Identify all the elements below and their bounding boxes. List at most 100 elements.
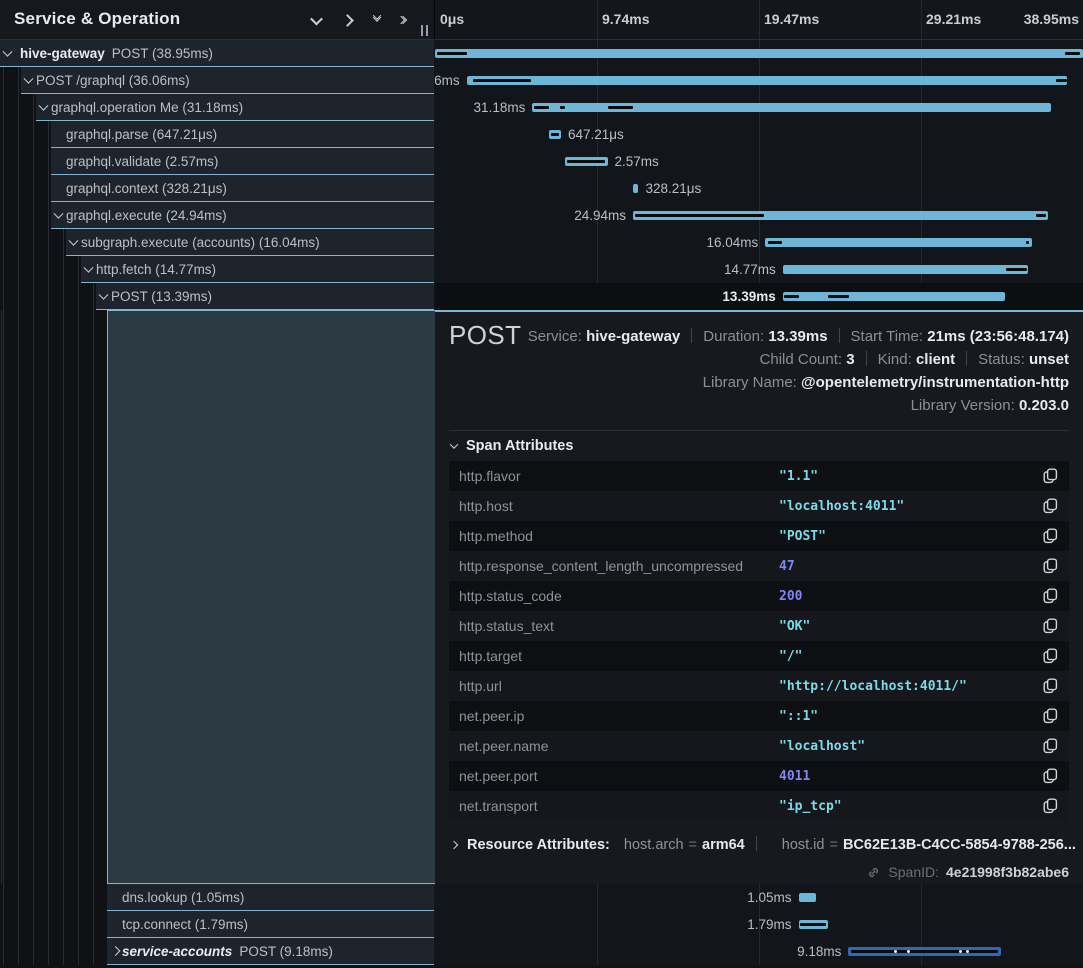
attribute-value: 200 [779, 589, 802, 604]
duration-label: 16.04ms [706, 235, 758, 250]
attribute-key: net.peer.port [459, 768, 538, 784]
span-tree-row[interactable]: graphql.context (328.21μs) [0, 175, 434, 202]
span-bar[interactable] [783, 292, 1006, 301]
meta-value: hive-gateway [586, 328, 680, 345]
timeline-row[interactable]: 328.21μs [435, 175, 1083, 202]
span-tree-row[interactable]: tcp.connect (1.79ms) [0, 911, 434, 938]
copy-icon [1043, 678, 1058, 694]
timeline-tick: 9.74ms [602, 11, 649, 27]
span-rows-bottom: dns.lookup (1.05ms) 1.05ms tcp.connect (1.… [0, 884, 1083, 965]
chevron-down-icon[interactable] [84, 263, 94, 273]
attribute-value: "POST" [779, 529, 826, 544]
attribute-row: http.status_code200 [449, 581, 1069, 611]
timeline-row[interactable]: 1.79ms [435, 911, 1083, 938]
copy-button[interactable] [1043, 468, 1059, 484]
copy-button[interactable] [1043, 618, 1059, 634]
attribute-key: http.host [459, 498, 513, 514]
attribute-row: net.peer.port4011 [449, 761, 1069, 791]
expand-one-button[interactable] [303, 8, 329, 32]
span-tree-row[interactable]: service-accountsPOST (9.18ms) [0, 938, 434, 965]
copy-button[interactable] [1043, 678, 1059, 694]
span-bar[interactable] [783, 265, 1029, 274]
chevron-down-icon[interactable] [69, 236, 79, 246]
chevron-down-icon[interactable] [39, 101, 49, 111]
timeline-row[interactable]: 13.39ms [435, 283, 1083, 310]
copy-button[interactable] [1043, 738, 1059, 754]
span-bar[interactable] [435, 49, 1083, 58]
chevron-down-icon[interactable] [3, 47, 13, 57]
attribute-key: http.flavor [459, 468, 520, 484]
span-tree-row[interactable]: graphql.operation Me (31.18ms) [0, 94, 434, 121]
copy-button[interactable] [1043, 798, 1059, 814]
selected-span-left-region[interactable] [107, 310, 435, 884]
timeline-ruler: 0μs9.74ms19.47ms29.21ms38.95ms [435, 0, 1083, 40]
meta-value: @opentelemetry/instrumentation-http [801, 374, 1069, 391]
span-tree-row[interactable]: POST (13.39ms) [0, 283, 434, 310]
span-tree-row[interactable]: graphql.parse (647.21μs) [0, 121, 434, 148]
duration-label: 1.05ms [747, 890, 791, 905]
collapse-one-button[interactable] [334, 8, 360, 32]
duration-label: 24.94ms [574, 208, 626, 223]
timeline-row[interactable]: 24.94ms [435, 202, 1083, 229]
operation-label: graphql.context (328.21μs) [66, 181, 227, 196]
span-rows-top: hive-gatewayPOST (38.95ms)38.95ms POST /g… [0, 40, 1083, 310]
copy-button[interactable] [1043, 708, 1059, 724]
span-detail-panel: POST Service: hive-gatewayDuration: 13.3… [435, 310, 1083, 884]
timeline-row[interactable]: 2.57ms [435, 148, 1083, 175]
timeline-row[interactable]: 14.77ms [435, 256, 1083, 283]
span-tree-row[interactable]: graphql.validate (2.57ms) [0, 148, 434, 175]
timeline-row[interactable]: 9.18ms [435, 938, 1083, 965]
duration-label: 647.21μs [568, 127, 624, 142]
meta-value: 21ms (23:56:48.174) [927, 328, 1069, 345]
copy-icon [1043, 528, 1058, 544]
span-tree-row[interactable]: dns.lookup (1.05ms) [0, 884, 434, 911]
link-icon[interactable] [866, 865, 881, 880]
timeline-row[interactable]: 16.04ms [435, 229, 1083, 256]
collapse-all-button[interactable] [391, 8, 417, 32]
copy-button[interactable] [1043, 588, 1059, 604]
copy-button[interactable] [1043, 648, 1059, 664]
span-tree-row[interactable]: graphql.execute (24.94ms) [0, 202, 434, 229]
chevron-right-icon[interactable] [111, 946, 121, 956]
meta-label: Status: [978, 351, 1029, 368]
timeline-row[interactable]: 38.95ms [435, 40, 1083, 67]
attribute-key: http.method [459, 528, 533, 544]
span-bar[interactable] [765, 238, 1032, 247]
attribute-key: http.response_content_length_uncompresse… [459, 558, 743, 574]
attribute-row: net.transport"ip_tcp" [449, 791, 1069, 821]
span-bar[interactable] [633, 184, 638, 193]
operation-label: graphql.parse (647.21μs) [66, 127, 217, 142]
meta-value: 0.203.0 [1019, 397, 1069, 414]
chevron-down-icon[interactable] [54, 209, 64, 219]
copy-icon [1043, 708, 1058, 724]
panel-resize-handle[interactable] [420, 25, 430, 37]
span-tree-row[interactable]: subgraph.execute (accounts) (16.04ms) [0, 229, 434, 256]
span-tree-row[interactable]: hive-gatewayPOST (38.95ms) [0, 40, 434, 67]
operation-label: POST /graphql (36.06ms) [36, 73, 190, 88]
copy-button[interactable] [1043, 768, 1059, 784]
timeline-row[interactable]: 36.06ms [435, 67, 1083, 94]
span-attributes-table: http.flavor"1.1"http.host"localhost:4011… [449, 461, 1069, 821]
chevron-down-icon[interactable] [24, 74, 34, 84]
timeline-row[interactable]: 1.05ms [435, 884, 1083, 911]
timeline-row[interactable]: 31.18ms [435, 94, 1083, 121]
span-tree-row[interactable]: http.fetch (14.77ms) [0, 256, 434, 283]
meta-label: Library Name: [703, 374, 801, 391]
span-tree-row[interactable]: POST /graphql (36.06ms) [0, 67, 434, 94]
copy-button[interactable] [1043, 528, 1059, 544]
chevron-down-icon[interactable] [99, 290, 109, 300]
span-bar[interactable] [799, 893, 816, 902]
operation-label: POST (9.18ms) [239, 944, 333, 959]
duration-label: 36.06ms [435, 73, 460, 88]
copy-icon [1043, 618, 1058, 634]
span-attributes-toggle[interactable]: Span Attributes [451, 438, 573, 454]
copy-button[interactable] [1043, 498, 1059, 514]
span-bar[interactable] [467, 76, 1067, 85]
attribute-row: http.url"http://localhost:4011/" [449, 671, 1069, 701]
service-name: hive-gateway [20, 46, 105, 61]
copy-button[interactable] [1043, 558, 1059, 574]
expand-all-button[interactable] [364, 8, 390, 32]
operation-label: http.fetch (14.77ms) [96, 262, 216, 277]
timeline-row[interactable]: 647.21μs [435, 121, 1083, 148]
resource-attributes-toggle[interactable]: Resource Attributes: host.arch=arm64host… [451, 836, 1076, 853]
